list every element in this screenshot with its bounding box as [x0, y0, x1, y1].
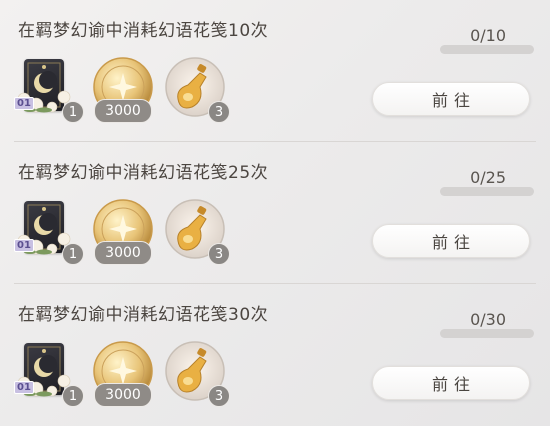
reward-coin[interactable]: 3000: [92, 57, 154, 123]
reward-coin[interactable]: 3000: [92, 199, 154, 265]
task-progress-text: 0/25: [470, 168, 506, 187]
reward-list: 01 1 3000 3: [14, 341, 236, 409]
task-row: 在羁梦幻谕中消耗幻语花笺25次 0/25 01 1 3000 3 前往: [0, 142, 550, 284]
reward-potion[interactable]: 3: [164, 341, 230, 407]
progress-bar: [440, 187, 534, 196]
task-title: 在羁梦幻谕中消耗幻语花笺25次: [18, 163, 269, 183]
reward-count: 1: [62, 101, 84, 123]
reward-count: 3000: [94, 99, 152, 123]
task-row: 在羁梦幻谕中消耗幻语花笺30次 0/30 01 1 3000 3 前往: [0, 284, 550, 426]
task-row: 在羁梦幻谕中消耗幻语花笺10次 0/10 01 1 3000 3 前往: [0, 0, 550, 142]
reward-list: 01 1 3000 3: [14, 57, 236, 125]
reward-tag: 01: [14, 239, 34, 252]
reward-card[interactable]: 01 1: [14, 341, 84, 407]
task-title: 在羁梦幻谕中消耗幻语花笺30次: [18, 305, 269, 325]
reward-tag: 01: [14, 97, 34, 110]
go-button[interactable]: 前往: [372, 366, 530, 400]
reward-coin[interactable]: 3000: [92, 341, 154, 407]
reward-count: 3000: [94, 241, 152, 265]
progress-bar: [440, 45, 534, 54]
reward-count: 3000: [94, 383, 152, 407]
reward-count: 3: [208, 385, 230, 407]
progress-bar: [440, 329, 534, 338]
reward-potion[interactable]: 3: [164, 57, 230, 123]
reward-count: 1: [62, 385, 84, 407]
reward-potion[interactable]: 3: [164, 199, 230, 265]
reward-tag: 01: [14, 381, 34, 394]
reward-count: 3: [208, 243, 230, 265]
reward-count: 3: [208, 101, 230, 123]
reward-count: 1: [62, 243, 84, 265]
task-progress-text: 0/30: [470, 310, 506, 329]
reward-list: 01 1 3000 3: [14, 199, 236, 267]
go-button[interactable]: 前往: [372, 82, 530, 116]
task-title: 在羁梦幻谕中消耗幻语花笺10次: [18, 21, 269, 41]
reward-card[interactable]: 01 1: [14, 199, 84, 265]
reward-card[interactable]: 01 1: [14, 57, 84, 123]
go-button[interactable]: 前往: [372, 224, 530, 258]
task-progress-text: 0/10: [470, 26, 506, 45]
